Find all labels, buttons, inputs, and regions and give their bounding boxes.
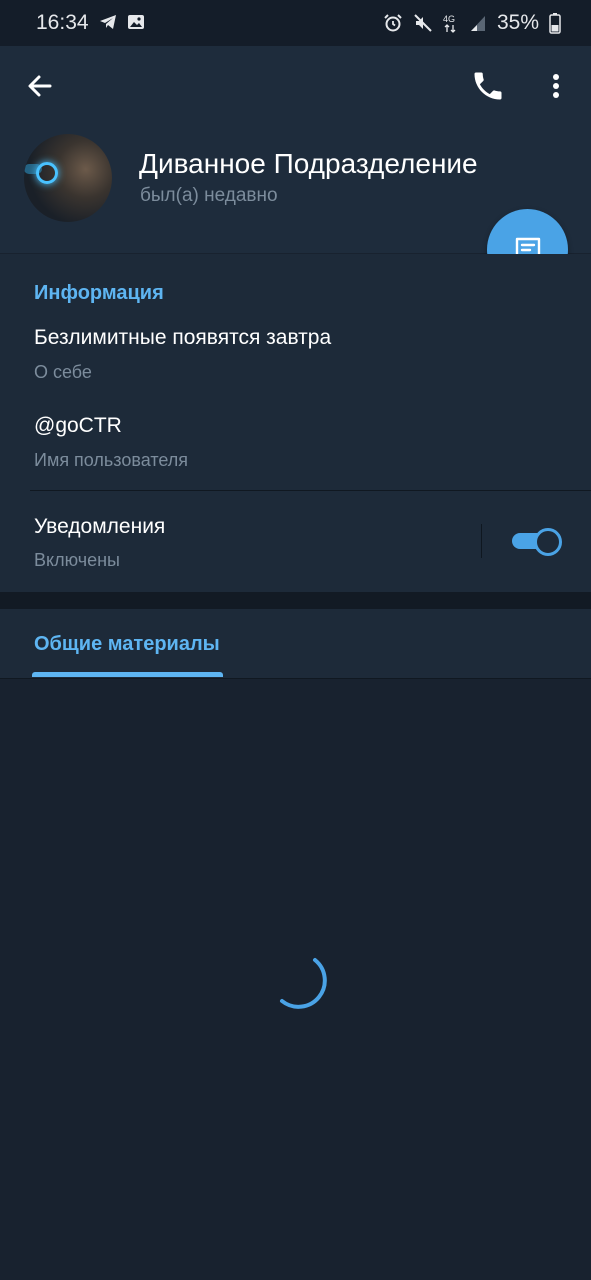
avatar[interactable]	[24, 134, 112, 222]
alarm-icon	[384, 14, 402, 32]
media-tabs: Общие материалы	[0, 609, 591, 679]
back-arrow-icon	[28, 75, 52, 97]
gallery-icon	[128, 15, 144, 29]
info-section-title: Информация	[34, 282, 164, 304]
mute-icon	[414, 14, 432, 32]
battery-percent: 35%	[496, 11, 539, 34]
username-label: Имя пользователя	[34, 450, 189, 470]
network-4g-icon: 4G	[443, 14, 456, 33]
more-options-button[interactable]	[540, 68, 572, 104]
section-separator	[0, 592, 591, 609]
avatar-ring	[36, 162, 58, 184]
tab-active-indicator	[32, 672, 223, 677]
signal-icon	[470, 16, 485, 31]
bio-text[interactable]: Безлимитные появятся завтра	[34, 326, 331, 350]
back-button[interactable]	[22, 68, 58, 104]
profile-status: был(а) недавно	[140, 185, 278, 206]
svg-text:4G: 4G	[443, 14, 455, 24]
call-button[interactable]	[470, 68, 506, 104]
notifications-toggle[interactable]	[510, 527, 562, 556]
tab-shared-media[interactable]: Общие материалы	[34, 633, 220, 656]
bio-label: О себе	[34, 362, 92, 382]
notifications-label: Уведомления	[34, 515, 166, 538]
battery-icon	[549, 13, 561, 34]
telegram-icon	[100, 15, 116, 29]
status-bar: 16:34 4G 35%	[0, 0, 591, 46]
toggle-knob	[534, 528, 562, 556]
vertical-divider	[481, 524, 482, 558]
notifications-state: Включены	[34, 550, 120, 570]
phone-icon	[474, 72, 502, 100]
status-right-icons: 4G 35%	[383, 11, 561, 35]
status-left-icons	[98, 12, 146, 32]
status-time: 16:34	[36, 11, 89, 34]
loading-spinner-icon	[280, 958, 327, 1009]
username-text[interactable]: @goCTR	[34, 414, 122, 438]
notifications-row[interactable]: Уведомления Включены	[0, 490, 591, 590]
profile-name: Диванное Подразделение	[139, 148, 478, 179]
more-vertical-icon	[553, 74, 559, 98]
info-section: Информация Безлимитные появятся завтра О…	[0, 254, 591, 592]
